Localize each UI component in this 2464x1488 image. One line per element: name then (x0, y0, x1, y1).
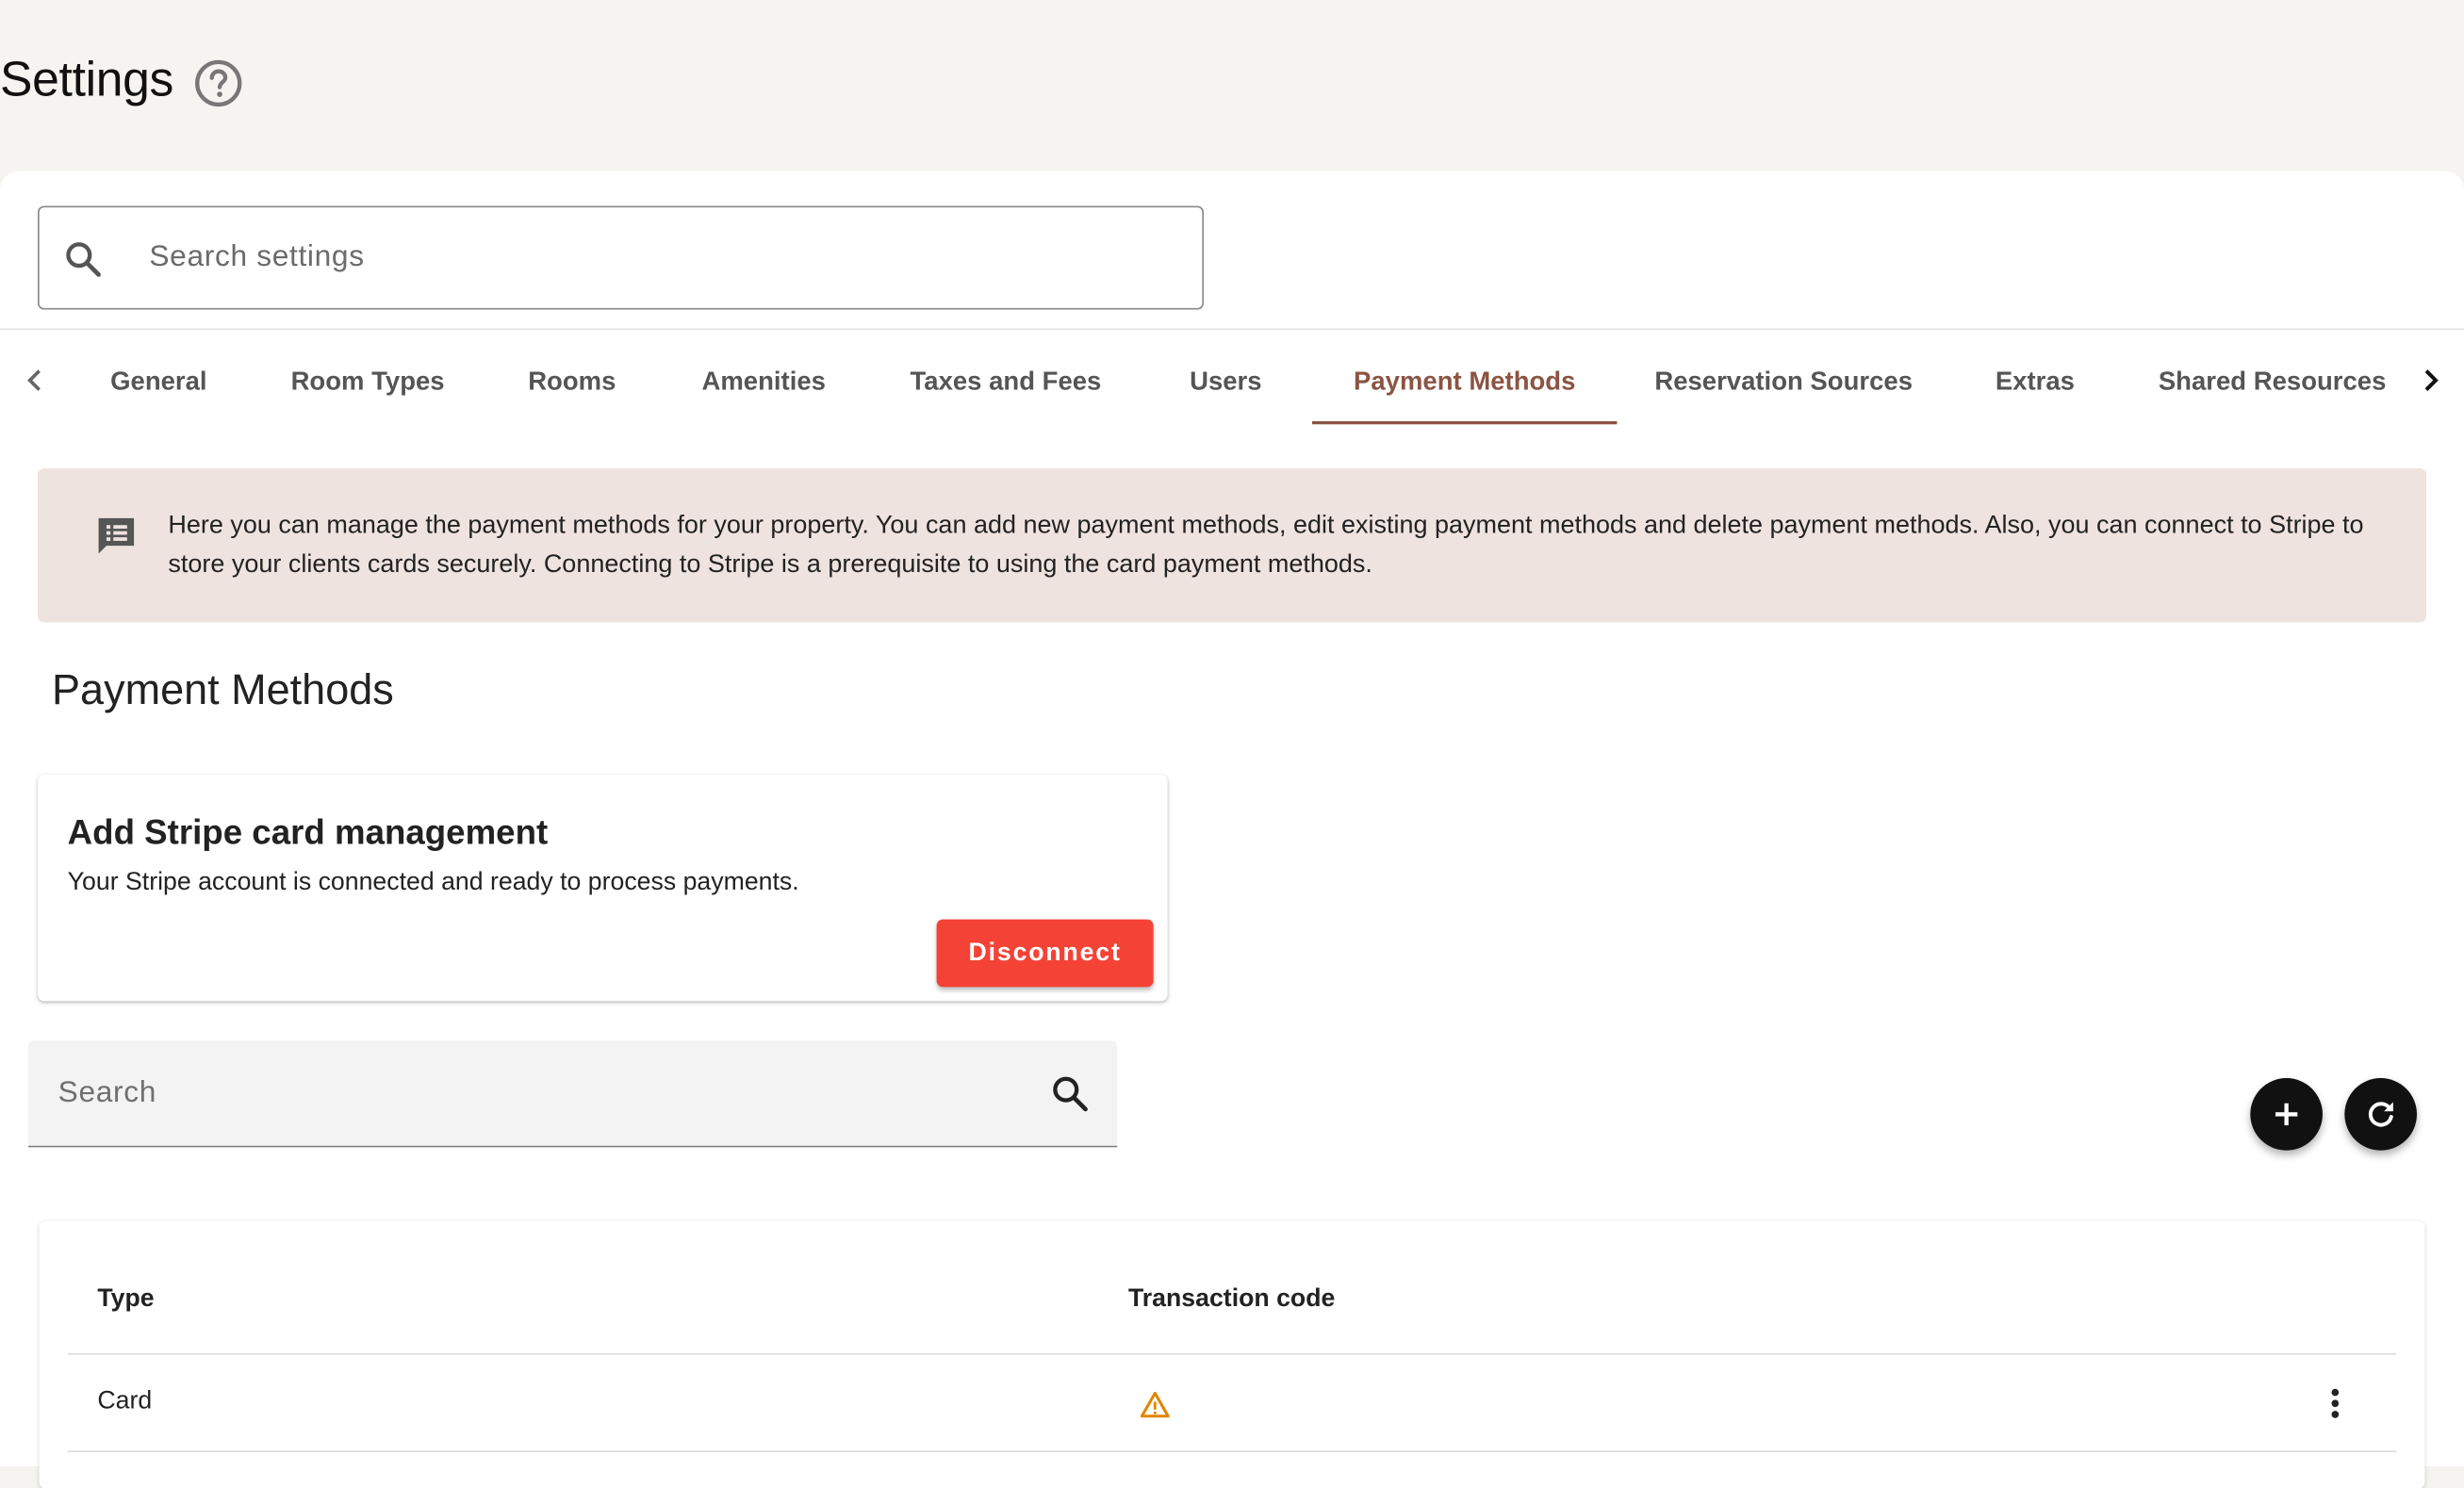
search-icon (66, 242, 101, 277)
tab-rooms[interactable]: Rooms (509, 339, 634, 424)
column-header-transaction-code[interactable]: Transaction code (1128, 1285, 1335, 1314)
tab-users[interactable]: Users (1164, 339, 1287, 424)
tab-room-types[interactable]: Room Types (271, 339, 463, 424)
chevron-left-icon[interactable] (16, 362, 54, 400)
refresh-button[interactable] (2344, 1078, 2417, 1151)
tabs-divider (0, 328, 2464, 331)
stripe-card-title: Add Stripe card management (67, 812, 549, 852)
chevron-right-icon[interactable] (2412, 362, 2450, 400)
tab-reservation-sources[interactable]: Reservation Sources (1639, 339, 1929, 424)
more-vertical-icon[interactable] (2316, 1384, 2354, 1422)
info-banner: Here you can manage the payment methods … (38, 467, 2427, 623)
warning-icon (1140, 1391, 1170, 1418)
add-payment-method-button[interactable] (2250, 1078, 2323, 1151)
disconnect-button[interactable]: Disconnect (936, 919, 1154, 988)
table-search-box[interactable] (28, 1040, 1118, 1148)
table-search-input[interactable] (57, 1069, 1001, 1120)
tab-amenities[interactable]: Amenities (681, 339, 847, 424)
help-circle-icon[interactable] (193, 58, 243, 108)
column-header-type[interactable]: Type (97, 1285, 154, 1314)
stripe-card: Add Stripe card management Your Stripe a… (38, 775, 1168, 1002)
stripe-card-description: Your Stripe account is connected and rea… (67, 869, 799, 896)
page-title: Settings (0, 52, 174, 107)
tab-extras[interactable]: Extras (1974, 339, 2096, 424)
settings-search-box[interactable] (38, 205, 1204, 310)
section-title: Payment Methods (52, 666, 394, 714)
header-divider (67, 1352, 2397, 1355)
info-banner-text: Here you can manage the payment methods … (168, 511, 2364, 579)
message-list-icon (98, 517, 135, 554)
tab-shared-resources[interactable]: Shared Resources (2142, 339, 2403, 424)
tab-general[interactable]: General (91, 339, 226, 424)
refresh-icon (2368, 1102, 2393, 1127)
row-divider (67, 1450, 2397, 1452)
settings-search-input[interactable] (149, 232, 1156, 284)
search-icon[interactable] (1050, 1073, 1091, 1114)
table-row-type: Card (97, 1387, 153, 1414)
plus-icon (2275, 1103, 2298, 1126)
payment-methods-table: Type Transaction code Card (39, 1220, 2425, 1488)
tab-payment-methods[interactable]: Payment Methods (1312, 339, 1617, 424)
tab-taxes-and-fees[interactable]: Taxes and Fees (893, 339, 1119, 424)
active-tab-indicator (1312, 420, 1618, 425)
